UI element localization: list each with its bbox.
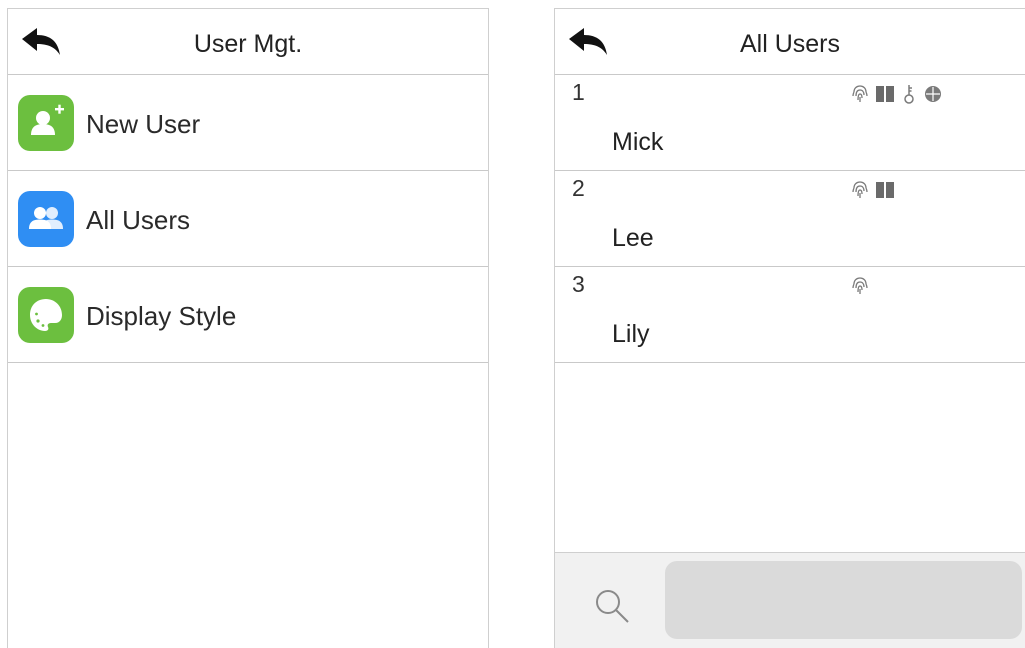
card-icon xyxy=(875,180,895,200)
user-name: Mick xyxy=(612,128,664,156)
back-button[interactable] xyxy=(567,27,611,57)
user-id: 1 xyxy=(572,79,585,105)
fingerprint-icon xyxy=(851,180,869,200)
menu-item-label: Display Style xyxy=(86,301,237,331)
back-arrow-icon xyxy=(569,28,607,55)
page-title: All Users xyxy=(739,30,840,58)
user-row[interactable]: 3 Lily xyxy=(555,267,1025,363)
add-user-icon xyxy=(18,95,74,151)
menu-item-all-users[interactable]: All Users xyxy=(8,171,488,267)
search-input[interactable] xyxy=(665,561,1022,639)
face-icon xyxy=(923,84,943,104)
user-name: Lee xyxy=(612,224,654,252)
user-name: Lily xyxy=(612,320,650,348)
search-icon[interactable] xyxy=(591,585,633,627)
back-button[interactable] xyxy=(20,27,64,57)
password-icon xyxy=(901,83,917,105)
fingerprint-icon xyxy=(851,84,869,104)
card-icon xyxy=(875,84,895,104)
credential-icons xyxy=(851,179,895,201)
all-users-screen: All Users 1 Mick 2 Lee 3 Lily xyxy=(554,8,1025,648)
back-arrow-icon xyxy=(22,28,60,55)
fingerprint-icon xyxy=(851,276,869,296)
menu-item-label: New User xyxy=(86,109,201,139)
menu-item-new-user[interactable]: New User xyxy=(8,75,488,171)
credential-icons xyxy=(851,83,943,105)
user-id: 2 xyxy=(572,175,585,201)
menu-item-label: All Users xyxy=(86,205,191,235)
credential-icons xyxy=(851,275,869,297)
title-bar: User Mgt. xyxy=(8,9,488,75)
palette-icon xyxy=(18,287,74,343)
search-bar xyxy=(555,552,1025,648)
user-id: 3 xyxy=(572,271,585,297)
user-row[interactable]: 1 Mick xyxy=(555,75,1025,171)
users-group-icon xyxy=(18,191,74,247)
user-row[interactable]: 2 Lee xyxy=(555,171,1025,267)
user-mgt-screen: User Mgt. New User All Users Display Sty… xyxy=(7,8,489,648)
menu-item-display-style[interactable]: Display Style xyxy=(8,267,488,363)
title-bar: All Users xyxy=(555,9,1025,75)
page-title: User Mgt. xyxy=(193,30,303,58)
